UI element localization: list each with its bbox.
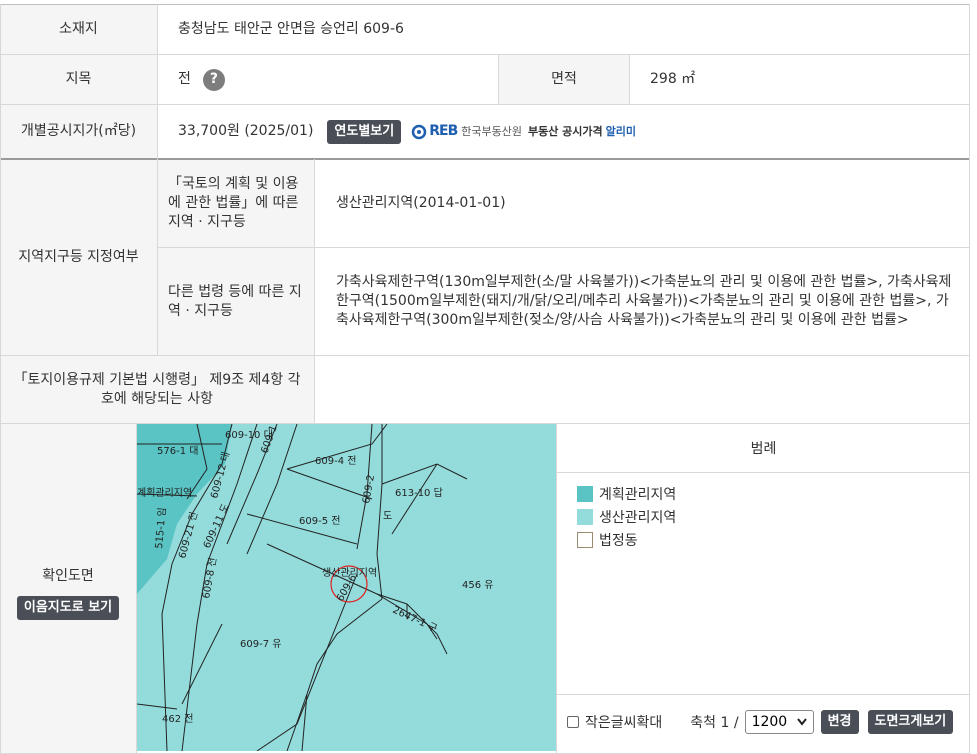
reb-logo-link[interactable]: REB 한국부동산원 부동산 공시가격 알리미 — [411, 122, 636, 141]
legend-title: 범례 — [750, 441, 777, 457]
reb-logo-service-highlight: 알리미 — [605, 125, 637, 138]
map-label-plan-zone: 계획관리지역 — [137, 487, 192, 499]
reb-logo-brand: REB — [429, 123, 458, 139]
legend-item-production: 생산관리지역 — [577, 505, 676, 528]
map-label-609-5: 609-5 전 — [299, 515, 340, 527]
map-label-cell: 확인도면 이음지도로 보기 — [0, 424, 136, 754]
area-value: 298 ㎡ — [650, 71, 696, 87]
small-text-zoom-label[interactable]: 작은글씨확대 — [585, 712, 662, 732]
map-label-613-10: 613-10 답 — [395, 487, 443, 499]
area-label: 면적 — [499, 55, 629, 104]
price-value: 33,700원 (2025/01) — [178, 123, 314, 139]
regulation-label: 「토지이용규제 기본법 시행령」 제9조 제4항 각 호에 해당되는 사항 — [0, 356, 314, 423]
map-label-609-4: 609-4 전 — [315, 455, 356, 467]
plan-zone-swatch — [577, 485, 593, 502]
map-label: 확인도면 — [42, 567, 94, 584]
map-label-456: 456 유 — [462, 579, 493, 591]
price-label: 개별공시지가(㎡당) — [0, 105, 157, 158]
enlarge-map-button[interactable]: 도면크게보기 — [867, 710, 954, 734]
help-icon[interactable]: ? — [202, 68, 225, 91]
map-label-576-1: 576-1 대 — [157, 445, 198, 457]
legend-item-plan: 계획관리지역 — [577, 482, 676, 505]
scale-label: 축척 1 / — [690, 715, 739, 731]
location-label: 소재지 — [0, 5, 157, 54]
map-label-609-7: 609-7 유 — [240, 638, 281, 650]
eum-map-button[interactable]: 이음지도로 보기 — [16, 595, 120, 620]
land-category-value-cell: 전 ? — [178, 55, 225, 104]
map-label-462: 462 전 — [162, 713, 193, 725]
land-use-map[interactable]: 576-1 대 609-10 대 609-1 전 609-4 전 609-12 … — [137, 424, 556, 751]
location-value: 충청남도 태안군 안면읍 승언리 609-6 — [178, 21, 404, 37]
zone-sub1-value: 생산관리지역(2014-01-01) — [336, 194, 506, 211]
yearly-view-button[interactable]: 연도별보기 — [327, 119, 402, 144]
map-controls: 작은글씨확대 축척 1 / 1200 변경 도면크게보기 — [567, 708, 954, 736]
zone-label: 지역지구등 지정여부 — [0, 159, 157, 355]
reb-logo-icon — [411, 124, 427, 139]
zone-sub2-value: 가축사육제한구역(130m일부제한(소/말 사육불가))<가축분뇨의 관리 및 … — [336, 274, 952, 328]
land-category-value: 전 — [178, 71, 191, 87]
chevron-down-icon — [796, 718, 807, 726]
land-category-label: 지목 — [0, 55, 157, 104]
reb-logo-service: 부동산 공시가격 — [527, 125, 603, 138]
change-scale-button[interactable]: 변경 — [820, 710, 859, 734]
scale-select[interactable]: 1200 — [744, 710, 814, 734]
production-zone-swatch — [577, 508, 593, 525]
small-text-zoom-checkbox[interactable] — [567, 716, 579, 728]
map-label-road: 도 — [383, 511, 392, 522]
legend-item-dong: 법정동 — [577, 528, 676, 551]
legend-list: 계획관리지역 생산관리지역 법정동 — [577, 482, 676, 551]
zone-sub2-label: 다른 법령 등에 따른 지역 · 지구등 — [158, 248, 314, 355]
price-cell: 33,700원 (2025/01) 연도별보기 REB 한국부동산원 부동산 공… — [178, 105, 636, 158]
reb-logo-text: 한국부동산원 — [461, 125, 522, 138]
zone-sub1-label: 「국토의 계획 및 이용에 관한 법률」에 따른 지역 · 지구등 — [158, 159, 314, 247]
legal-dong-swatch — [577, 531, 593, 548]
